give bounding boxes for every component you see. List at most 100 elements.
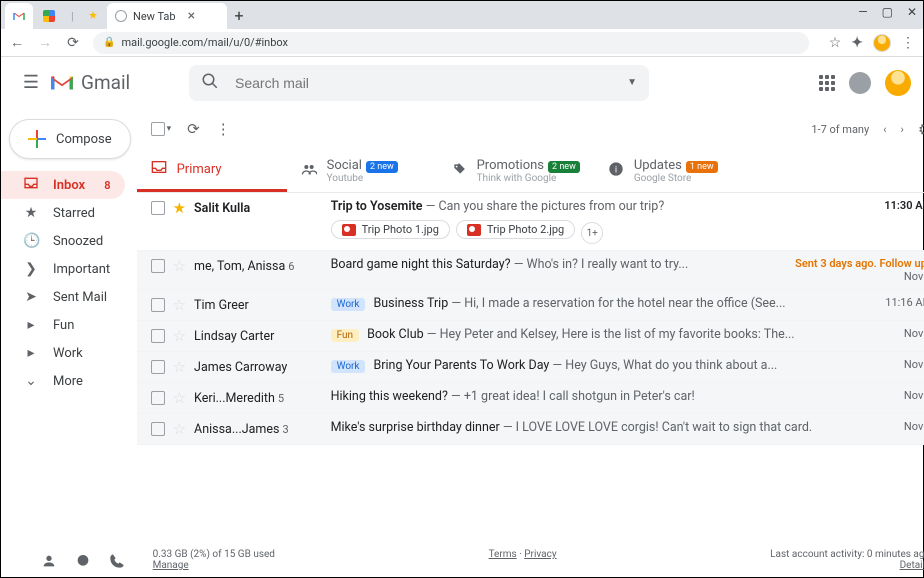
account-avatar[interactable] xyxy=(885,70,911,96)
gmail-favicon xyxy=(13,11,25,22)
primary-icon xyxy=(151,160,167,178)
search-options-icon[interactable]: ▼ xyxy=(627,77,637,88)
email-list: ★Salit KullaTrip to Yosemite — Can you s… xyxy=(137,193,924,541)
nav-starred[interactable]: ★Starred xyxy=(1,199,125,227)
sender: Tim Greer xyxy=(194,298,249,313)
select-all-checkbox[interactable]: ▾ xyxy=(151,122,172,136)
next-page-button[interactable]: › xyxy=(901,123,904,136)
window-maximize[interactable]: ▢ xyxy=(882,5,893,19)
phone-icon[interactable] xyxy=(109,553,125,573)
forward-button[interactable]: → xyxy=(37,34,53,51)
row-checkbox[interactable] xyxy=(151,329,165,343)
search-bar[interactable]: ▼ xyxy=(189,65,649,101)
row-checkbox[interactable] xyxy=(151,391,165,405)
nudge-text: Sent 3 days ago. Follow up? xyxy=(795,257,924,270)
star-icon[interactable]: ☆ xyxy=(173,420,186,438)
star-icon[interactable]: ☆ xyxy=(173,296,186,314)
refresh-button[interactable]: ⟳ xyxy=(187,120,200,138)
tab-promotions[interactable]: Promotions2 newThink with Google xyxy=(437,149,594,192)
lock-icon: 🔒 xyxy=(103,37,115,48)
tab-label: Promotions xyxy=(477,158,544,173)
row-checkbox[interactable] xyxy=(151,259,165,273)
email-row[interactable]: ☆me, Tom, Anissa6Board game night this S… xyxy=(137,251,924,290)
nav-inbox[interactable]: Inbox8 xyxy=(1,171,125,199)
nav-work[interactable]: ▸Work xyxy=(1,339,125,367)
star-icon[interactable]: ☆ xyxy=(173,389,186,407)
window-close[interactable]: ✕ xyxy=(907,5,917,19)
more-icon: ⌄ xyxy=(23,373,39,389)
address-bar[interactable]: 🔒 mail.google.com/mail/u/0/#inbox xyxy=(93,32,809,54)
nav-important[interactable]: ❯Important xyxy=(1,255,125,283)
tab-primary[interactable]: Primary xyxy=(137,149,287,192)
main-menu-button[interactable]: ☰ xyxy=(13,72,49,93)
email-row[interactable]: ★Salit KullaTrip to Yosemite — Can you s… xyxy=(137,193,924,251)
more-actions-button[interactable]: ⋮ xyxy=(216,120,231,138)
email-row[interactable]: ☆Anissa...James3Mike's surprise birthday… xyxy=(137,414,924,445)
email-row[interactable]: ☆James CarrowayWorkBring Your Parents To… xyxy=(137,352,924,383)
tab-badge: 1 new xyxy=(686,161,718,173)
terms-link[interactable]: Terms xyxy=(489,549,517,560)
attachment-chip[interactable]: Trip Photo 1.jpg xyxy=(331,220,450,239)
subject: Trip to Yosemite xyxy=(331,199,423,214)
mail-footer: 0.33 GB (2%) of 15 GB used Manage Terms … xyxy=(137,541,924,578)
new-tab-button[interactable]: + xyxy=(227,3,251,29)
extensions-icon[interactable]: ✦ xyxy=(851,35,863,51)
row-checkbox[interactable] xyxy=(151,201,165,215)
compose-button[interactable]: Compose xyxy=(9,119,131,159)
prev-page-button[interactable]: ‹ xyxy=(883,123,886,136)
category-label: Work xyxy=(331,298,366,311)
nav-more[interactable]: ⌄More xyxy=(1,367,125,395)
browser-tab-2[interactable] xyxy=(35,3,63,29)
details-link[interactable]: Details xyxy=(900,560,924,571)
updates-icon: i xyxy=(608,161,624,181)
more-attachments[interactable]: 1+ xyxy=(581,222,603,244)
email-row[interactable]: ☆Keri...Meredith5Hiking this weekend? — … xyxy=(137,383,924,414)
nav-sent-mail[interactable]: ➤Sent Mail xyxy=(1,283,125,311)
row-checkbox[interactable] xyxy=(151,422,165,436)
close-icon[interactable]: × xyxy=(188,8,195,24)
browser-tab-gmail-icon[interactable] xyxy=(5,3,33,29)
google-apps-icon[interactable] xyxy=(819,75,835,91)
star-icon[interactable]: ☆ xyxy=(173,327,186,345)
category-label: Fun xyxy=(331,329,359,342)
email-row[interactable]: ☆Lindsay CarterFunBook Club — Hey Peter … xyxy=(137,321,924,352)
hangouts-icon[interactable] xyxy=(75,553,91,573)
star-icon[interactable]: ☆ xyxy=(173,257,186,275)
gmail-logo[interactable]: Gmail xyxy=(49,71,189,94)
snippet: — I LOVE LOVE LOVE corgis! Can't wait to… xyxy=(500,420,812,435)
email-row[interactable]: ☆Tim GreerWorkBusiness Trip — Hi, I made… xyxy=(137,290,924,321)
bookmark-icon[interactable]: ☆ xyxy=(829,35,842,51)
browser-tab-newtab[interactable]: New Tab × xyxy=(107,3,227,29)
plus-icon xyxy=(28,130,46,148)
browser-tab-3[interactable] xyxy=(79,3,107,29)
subject: Board game night this Saturday? xyxy=(331,257,511,272)
nav-snoozed[interactable]: 🕒Snoozed xyxy=(1,227,125,255)
settings-icon[interactable]: ⚙ xyxy=(918,120,924,139)
tab-updates[interactable]: iUpdates1 newGoogle Store xyxy=(594,149,744,192)
row-checkbox[interactable] xyxy=(151,360,165,374)
label-icon: ▸ xyxy=(23,317,39,333)
back-button[interactable]: ← xyxy=(9,34,25,51)
nav-fun[interactable]: ▸Fun xyxy=(1,311,125,339)
manage-storage-link[interactable]: Manage xyxy=(153,560,189,571)
profile-avatar[interactable] xyxy=(873,34,891,52)
browser-menu-icon[interactable]: ⋮ xyxy=(901,35,915,51)
tab-social[interactable]: Social2 newYoutube xyxy=(287,149,437,192)
search-input[interactable] xyxy=(233,74,613,92)
tab-favicon xyxy=(87,10,99,22)
attachment-chip[interactable]: Trip Photo 2.jpg xyxy=(456,220,575,239)
sender: Anissa...James3 xyxy=(194,422,289,437)
image-icon xyxy=(342,224,356,236)
reload-button[interactable]: ⟳ xyxy=(65,35,81,51)
star-icon[interactable]: ★ xyxy=(173,199,186,217)
browser-toolbar: ← → ⟳ 🔒 mail.google.com/mail/u/0/#inbox … xyxy=(1,29,923,57)
row-checkbox[interactable] xyxy=(151,298,165,312)
notifications-icon[interactable] xyxy=(849,72,871,94)
privacy-link[interactable]: Privacy xyxy=(524,549,556,560)
sender: Salit Kulla xyxy=(194,201,250,216)
tab-badge: 2 new xyxy=(548,161,580,173)
window-minimize[interactable]: — xyxy=(858,5,867,19)
person-icon[interactable] xyxy=(41,553,57,573)
star-icon[interactable]: ☆ xyxy=(173,358,186,376)
storage-text: 0.33 GB (2%) of 15 GB used xyxy=(153,549,275,560)
